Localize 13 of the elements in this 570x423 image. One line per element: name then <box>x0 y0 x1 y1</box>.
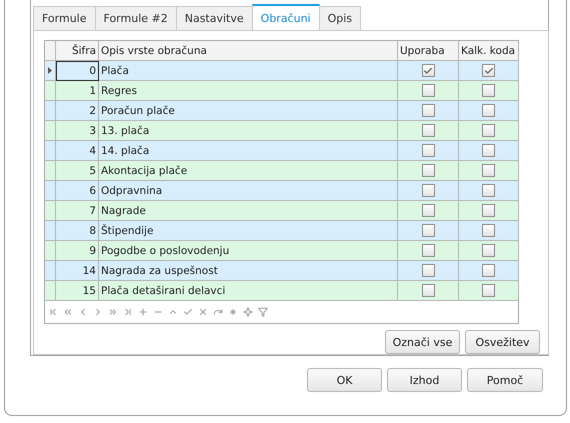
dialog-button[interactable]: Pomoč <box>467 368 543 392</box>
tab[interactable]: Formule <box>33 6 96 30</box>
table-cell: 0 <box>56 61 99 81</box>
tab[interactable]: Opis <box>318 6 362 30</box>
table-cell: Plača detaširani delavci <box>99 281 398 301</box>
dialog-button[interactable]: OK <box>307 368 382 392</box>
tab[interactable]: Nastavitve <box>176 6 253 30</box>
grid-button[interactable]: Označi vse <box>385 330 460 354</box>
table-cell: 15 <box>56 281 99 301</box>
grid-button[interactable]: Osvežitev <box>465 330 540 354</box>
dialog-button[interactable]: Izhod <box>387 368 462 392</box>
column-header[interactable]: Šifra <box>56 41 99 61</box>
tab[interactable]: Formule #2 <box>94 6 177 30</box>
